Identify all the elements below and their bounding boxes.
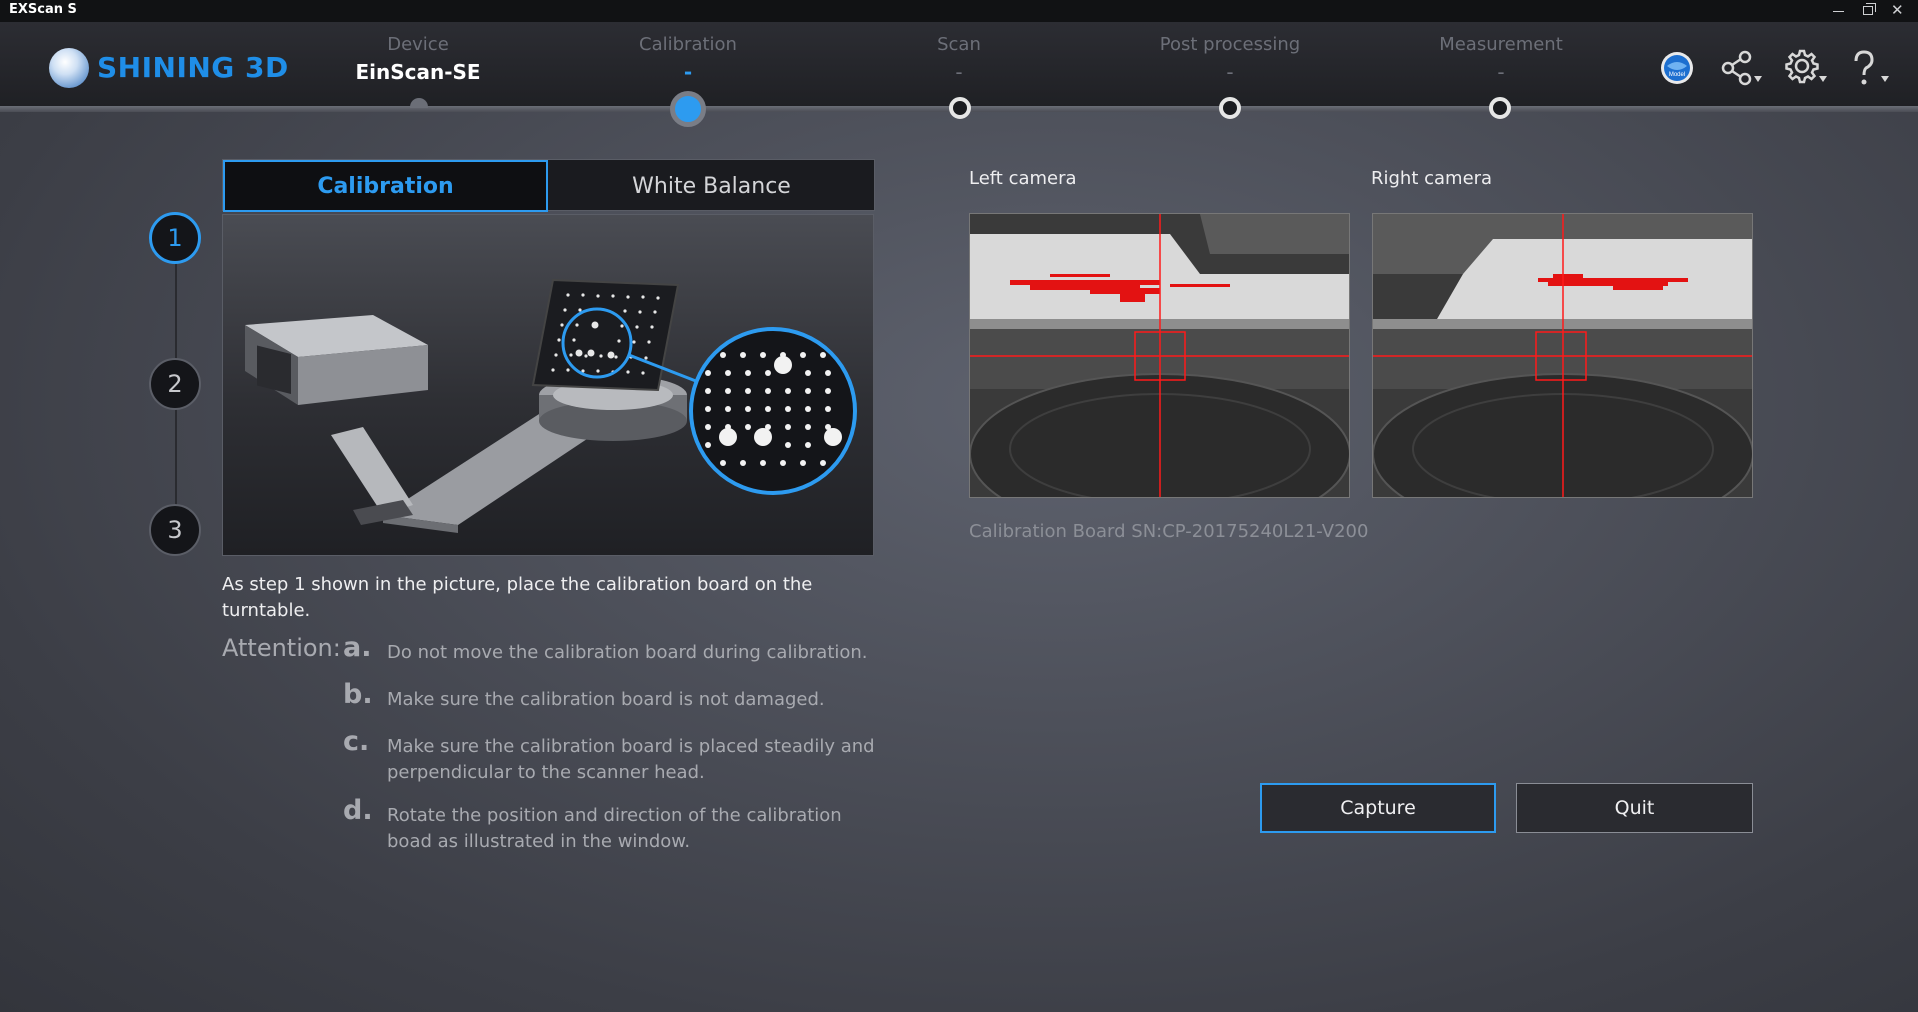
step-scan-value: - [955,60,963,84]
right-camera-label: Right camera [1371,168,1493,189]
gear-icon [1785,49,1819,84]
settings-button[interactable] [1783,46,1827,90]
scanner-calibration-illustration [245,278,857,533]
step-scan-node[interactable] [949,97,971,119]
attention-letter-c: c. [343,726,370,757]
tab-calibration[interactable]: Calibration [223,160,548,212]
attention-item-d: Rotate the position and direction of the… [387,805,842,852]
calibration-illustration [222,214,874,556]
restore-button[interactable] [1853,0,1883,22]
step-calibration-label: Calibration [639,34,737,55]
ex-model-icon: Model [1661,52,1693,84]
share-button[interactable] [1718,46,1762,90]
left-camera-label: Left camera [969,168,1077,189]
right-camera-view [1372,213,1753,498]
calibration-board-serial: Calibration Board SN:CP-20175240L21-V200 [969,521,1369,542]
title-bar: EXScan S ✕ [0,0,1918,22]
tab-white-balance[interactable]: White Balance [549,160,874,212]
step-calibration-node[interactable] [670,91,706,127]
shining3d-logo-icon [49,48,89,88]
step-scan-label: Scan [937,34,981,55]
step-calibration-value: - [683,60,693,84]
instruction-text: As step 1 shown in the picture, place th… [222,574,813,621]
calibration-tabs: Calibration White Balance [222,159,875,212]
attention-label: Attention: [222,634,341,662]
attention-letter-a: a. [343,632,372,663]
attention-letter-d: d. [343,795,373,826]
attention-item-a: Do not move the calibration board during… [387,642,868,663]
attention-item-b: Make sure the calibration board is not d… [387,689,825,710]
step-post-processing-value: - [1226,60,1234,84]
step-2-indicator[interactable]: 2 [149,358,201,410]
step-measurement-value: - [1497,60,1505,84]
attention-letter-b: b. [343,679,373,710]
help-button[interactable] [1845,46,1889,90]
svg-text:Model: Model [1669,72,1685,78]
help-icon [1854,50,1874,85]
share-icon [1721,50,1752,86]
step-3-indicator[interactable]: 3 [149,504,201,556]
capture-button[interactable]: Capture [1260,783,1496,833]
step-post-processing-label: Post processing [1159,34,1301,55]
left-camera-view [969,213,1350,498]
step-device-value[interactable]: EinScan-SE [308,60,528,84]
minimize-icon [1833,11,1844,12]
step-measurement-label: Measurement [1439,34,1563,55]
left-camera-feed [970,214,1349,497]
app-window: EXScan S ✕ SHINING 3D Device EinScan-SE … [0,0,1918,1012]
attention-item-c: Make sure the calibration board is place… [387,736,875,783]
minimize-button[interactable] [1824,0,1854,22]
step-1-indicator[interactable]: 1 [149,212,201,264]
window-title: EXScan S [9,2,77,17]
brand-logo-text: SHINING 3D [97,51,289,84]
right-camera-feed [1373,214,1752,497]
step-measurement-node[interactable] [1489,97,1511,119]
close-icon: ✕ [1891,1,1904,19]
ex-model-button[interactable]: Model [1655,46,1699,90]
step-post-processing-node[interactable] [1219,97,1241,119]
close-button[interactable]: ✕ [1883,0,1913,22]
step-device-label: Device [387,34,449,55]
quit-button[interactable]: Quit [1516,783,1753,833]
